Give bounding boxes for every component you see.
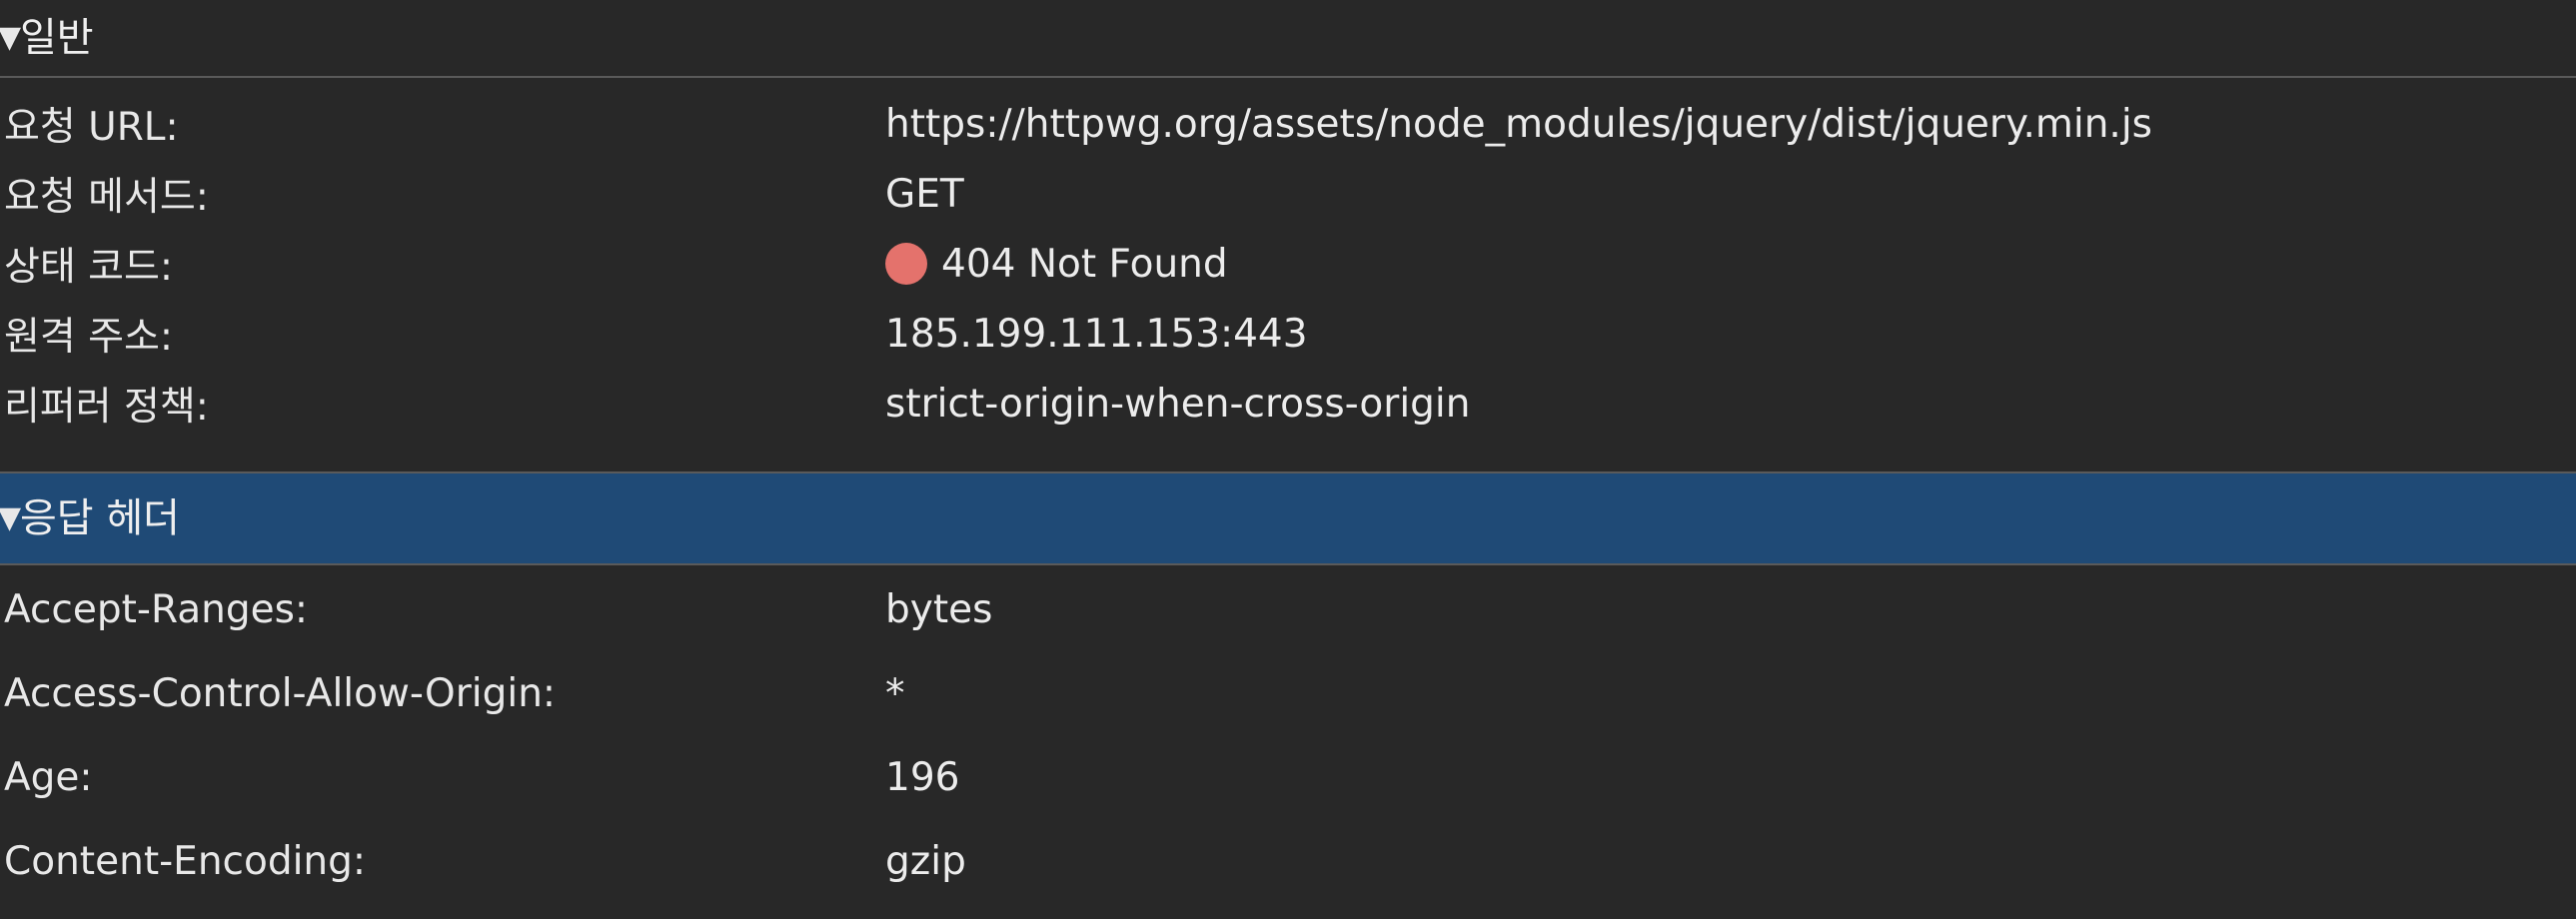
section-title-response-headers: 응답 헤더: [20, 495, 180, 541]
remote-address-label: 원격 주소:: [4, 315, 174, 360]
referrer-policy-value: strict-origin-when-cross-origin: [885, 381, 1471, 427]
disclosure-triangle-icon[interactable]: ▼: [0, 23, 21, 53]
status-code-value: 404 Not Found: [941, 241, 1228, 287]
section-header-response-headers[interactable]: ▼ 응답 헤더: [0, 471, 2576, 565]
referrer-policy-label: 리퍼러 정책:: [4, 385, 209, 430]
header-value: bytes: [885, 586, 993, 632]
general-row-status-code: 상태 코드: 404 Not Found: [0, 238, 2576, 291]
section-title-general: 일반: [20, 15, 94, 61]
general-row-remote-address: 원격 주소: 185.199.111.153:443: [0, 308, 2576, 361]
header-row-age: Age: 196: [0, 751, 2576, 803]
status-error-dot-icon: [885, 243, 927, 285]
header-row-accept-ranges: Accept-Ranges: bytes: [0, 583, 2576, 635]
request-method-label: 요청 메서드:: [4, 175, 209, 220]
header-name: Age:: [4, 754, 93, 800]
header-name: Content-Encoding:: [4, 838, 367, 884]
general-row-request-method: 요청 메서드: GET: [0, 168, 2576, 221]
network-request-details: ▼ 일반 요청 URL: https://httpwg.org/assets/n…: [0, 0, 2576, 919]
status-code-value-wrap: 404 Not Found: [885, 242, 1228, 287]
disclosure-triangle-icon[interactable]: ▼: [0, 503, 21, 533]
request-url-label: 요청 URL:: [4, 105, 179, 150]
header-row-access-control-allow-origin: Access-Control-Allow-Origin: *: [0, 667, 2576, 719]
header-value: *: [885, 670, 905, 716]
remote-address-value: 185.199.111.153:443: [885, 311, 1308, 357]
header-row-content-encoding: Content-Encoding: gzip: [0, 835, 2576, 887]
general-row-referrer-policy: 리퍼러 정책: strict-origin-when-cross-origin: [0, 378, 2576, 431]
header-value: 196: [885, 754, 960, 800]
header-value: gzip: [885, 838, 966, 884]
request-url-value: https://httpwg.org/assets/node_modules/j…: [885, 101, 2152, 147]
header-name: Accept-Ranges:: [4, 586, 309, 632]
status-code-label: 상태 코드:: [4, 245, 174, 290]
header-name: Access-Control-Allow-Origin:: [4, 670, 557, 716]
section-header-general[interactable]: ▼ 일반: [0, 0, 2576, 78]
general-row-request-url: 요청 URL: https://httpwg.org/assets/node_m…: [0, 98, 2576, 151]
request-method-value: GET: [885, 171, 964, 217]
